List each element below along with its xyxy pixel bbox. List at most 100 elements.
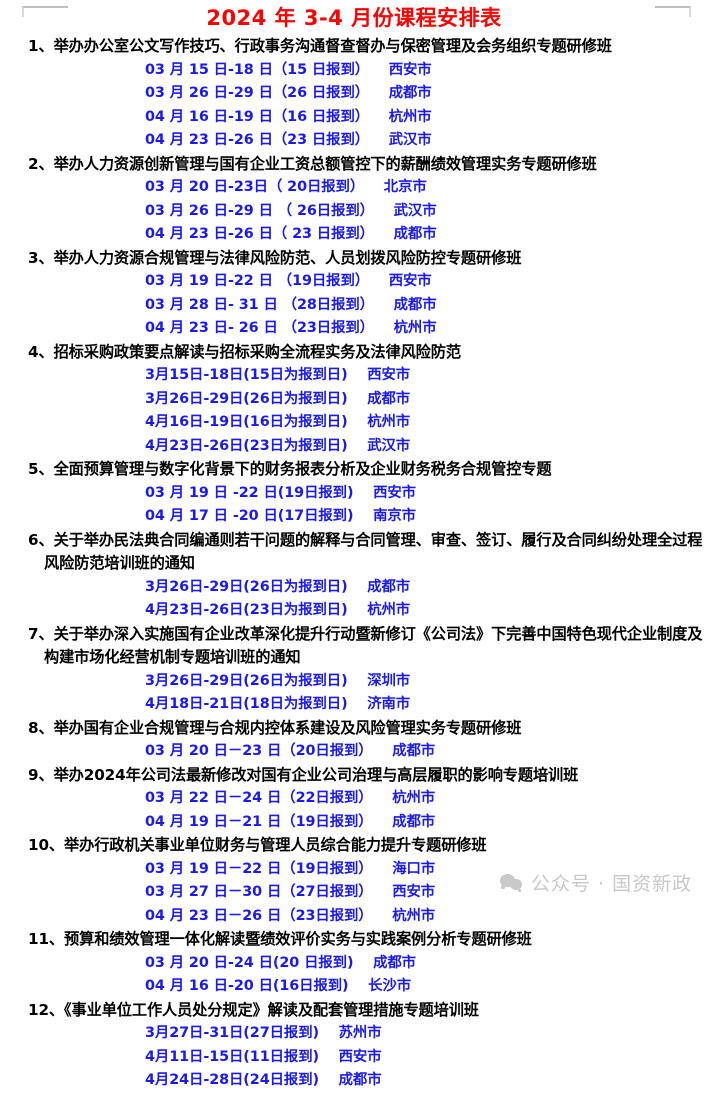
- session-spacer: [353, 508, 373, 524]
- session-city: 海口市: [392, 860, 436, 877]
- session-date: 04 月 16 日-20 日(16日报到): [145, 978, 349, 994]
- course-item: 3、举办人力资源合规管理与法律风险防范、人员划拨风险防控专题研修班 03 月 19…: [0, 247, 708, 341]
- course-session-row: 03 月 20 日-24 日(20 日报到) 成都市: [0, 952, 708, 976]
- course-item: 9、举办2024年公司法最新修改对国有企业公司治理与高层履职的影响专题培训班 03…: [0, 764, 708, 835]
- course-title: 7、关于举办深入实施国有企业改革深化提升行动暨新修订《公司法》下完善中国特色现代…: [0, 623, 708, 647]
- course-number: 3、: [28, 248, 54, 267]
- course-title-text: 举办办公室公文写作技巧、行政事务沟通督查督办与保密管理及会务组织专题研修班: [53, 37, 612, 55]
- course-session-row: 4月23日-26日(23日为报到日) 武汉市: [0, 435, 708, 459]
- session-date: 3月27日-31日(27日报到): [145, 1025, 319, 1041]
- session-date: 3月26日-29日(26日为报到日): [145, 578, 348, 595]
- course-title: 4、招标采购政策要点解读与招标采购全流程实务及法律风险防范: [0, 341, 708, 365]
- course-session-row: 04 月 23 日-26 日（23 日报到） 武汉市: [0, 129, 708, 153]
- session-date: 03 月 15 日-18 日（15 日报到）: [145, 61, 370, 78]
- course-list: 1、举办办公室公文写作技巧、行政事务沟通督查督办与保密管理及会务组织专题研修班 0…: [0, 35, 708, 1093]
- session-city: 济南市: [367, 696, 411, 712]
- session-spacer: [373, 884, 393, 900]
- course-number: 12、: [28, 1000, 65, 1019]
- session-spacer: [349, 978, 369, 994]
- course-session-row: 04 月 16 日-20 日(16日报到) 长沙市: [0, 975, 708, 999]
- session-date: 4月23日-26日(23日为报到日): [145, 437, 348, 454]
- session-spacer: [348, 391, 368, 407]
- session-spacer: [374, 226, 394, 242]
- session-city: 杭州市: [392, 790, 436, 806]
- session-date: 4月16日-19日(16日为报到日): [145, 414, 348, 430]
- course-number: 4、: [28, 342, 54, 361]
- page-title: 2024 年 3-4 月份课程安排表: [206, 6, 502, 30]
- course-title-text: 关于举办深入实施国有企业改革深化提升行动暨新修订《公司法》下完善中国特色现代企业…: [53, 624, 703, 643]
- course-item: 1、举办办公室公文写作技巧、行政事务沟通督查督办与保密管理及会务组织专题研修班 0…: [0, 35, 708, 153]
- session-spacer: [353, 485, 373, 501]
- session-spacer: [373, 743, 393, 759]
- course-number: 6、: [28, 530, 54, 549]
- session-date: 04 月 17 日 -20 日(17日报到): [145, 508, 354, 524]
- course-session-row: 03 月 20 日－23 日（20日报到） 成都市: [0, 740, 708, 764]
- session-city: 苏州市: [338, 1025, 382, 1041]
- course-title: 1、举办办公室公文写作技巧、行政事务沟通督查督办与保密管理及会务组织专题研修班: [0, 35, 708, 59]
- session-date: 03 月 22 日－24 日（22日报到）: [145, 790, 373, 806]
- session-date: 4月24日-28日(24日报到): [145, 1072, 319, 1088]
- course-schedule-page: 2024 年 3-4 月份课程安排表 1、举办办公室公文写作技巧、行政事务沟通督…: [0, 3, 708, 1088]
- session-date: 03 月 19 日 -22 日(19日报到): [145, 484, 354, 501]
- course-number: 2、: [28, 154, 54, 173]
- course-session-row: 03 月 20 日-23日（ 20日报到） 北京市: [0, 176, 708, 200]
- session-city: 成都市: [392, 743, 436, 759]
- course-session-row: 3月26日-29日(26日为报到日) 成都市: [0, 388, 708, 412]
- session-city: 南京市: [373, 508, 416, 524]
- course-title: 10、举办行政机关事业单位财务与管理人员综合能力提升专题研修班: [0, 834, 708, 858]
- session-spacer: [373, 908, 393, 924]
- course-title: 2、举办人力资源创新管理与国有企业工资总额管控下的薪酬绩效管理实务专题研修班: [0, 153, 708, 177]
- course-item: 4、招标采购政策要点解读与招标采购全流程实务及法律风险防范 3月15日-18日(1…: [0, 341, 708, 459]
- course-title-text: 举办人力资源创新管理与国有企业工资总额管控下的薪酬绩效管理实务专题研修班: [53, 154, 597, 173]
- session-date: 03 月 20 日－23 日（20日报到）: [145, 743, 373, 759]
- course-item: 7、关于举办深入实施国有企业改革深化提升行动暨新修订《公司法》下完善中国特色现代…: [0, 623, 708, 717]
- session-city: 成都市: [367, 390, 411, 407]
- course-title: 3、举办人力资源合规管理与法律风险防范、人员划拨风险防控专题研修班: [0, 247, 708, 271]
- session-spacer: [374, 297, 394, 313]
- session-city: 杭州市: [392, 907, 436, 924]
- session-city: 杭州市: [388, 108, 432, 125]
- session-city: 西安市: [367, 367, 411, 383]
- session-date: 4月23日-26日(23日为报到日): [145, 602, 348, 618]
- session-spacer: [369, 109, 389, 125]
- course-item: 5、全面预算管理与数字化背景下的财务报表分析及企业财务税务合规管控专题 03 月 …: [0, 458, 708, 529]
- session-city: 长沙市: [368, 978, 412, 994]
- session-date: 03 月 20 日-23日（ 20日报到）: [145, 179, 365, 195]
- session-date: 03 月 26 日-29 日（26 日报到）: [145, 85, 370, 101]
- course-title-text: 举办人力资源合规管理与法律风险防范、人员划拨风险防控专题研修班: [53, 248, 522, 267]
- session-date: 04 月 19 日－21 日（19日报到）: [145, 813, 373, 830]
- session-city: 杭州市: [367, 602, 411, 618]
- course-number: 5、: [28, 460, 54, 478]
- session-spacer: [319, 1049, 339, 1065]
- watermark-label: 公众号 · 国资新政: [531, 873, 693, 895]
- session-spacer: [369, 132, 389, 148]
- session-city: 成都市: [373, 954, 416, 971]
- course-session-row: 4月18日-21日(18日为报到日) 济南市: [0, 693, 708, 717]
- session-date: 04 月 23 日-26 日（23 日报到）: [145, 132, 370, 148]
- session-city: 成都市: [367, 578, 411, 595]
- session-city: 西安市: [388, 61, 432, 78]
- session-date: 04 月 23 日- 26 日 （23日报到）: [145, 320, 374, 336]
- session-date: 04 月 23 日－26 日（23日报到）: [145, 907, 373, 924]
- session-date: 3月26日-29日(26日为报到日): [145, 390, 348, 407]
- session-spacer: [319, 1025, 339, 1041]
- session-spacer: [348, 414, 368, 430]
- session-spacer: [348, 579, 368, 595]
- course-title-text: 关于举办民法典合同编通则若干问题的解释与合同管理、审查、签订、履行及合同纠纷处理…: [53, 530, 703, 549]
- course-session-row: 03 月 19 日-22 日 （19日报到） 西安市: [0, 270, 708, 294]
- course-title: 5、全面预算管理与数字化背景下的财务报表分析及企业财务税务合规管控专题: [0, 458, 708, 482]
- course-session-row: 3月27日-31日(27日报到) 苏州市: [0, 1022, 708, 1046]
- session-spacer: [373, 814, 393, 830]
- session-spacer: [373, 861, 393, 877]
- session-city: 杭州市: [393, 320, 437, 336]
- session-date: 03 月 27 日－30 日（27日报到）: [145, 884, 373, 900]
- session-date: 03 月 20 日-24 日(20 日报到): [145, 954, 354, 971]
- session-city: 成都市: [388, 85, 432, 101]
- session-city: 西安市: [338, 1048, 382, 1065]
- session-date: 03 月 26 日-29 日 （ 26日报到）: [145, 202, 374, 219]
- session-spacer: [364, 179, 384, 195]
- course-session-row: 03 月 22 日－24 日（22日报到） 杭州市: [0, 787, 708, 811]
- session-spacer: [348, 696, 368, 712]
- course-number: 1、: [28, 37, 54, 55]
- session-city: 深圳市: [367, 672, 411, 689]
